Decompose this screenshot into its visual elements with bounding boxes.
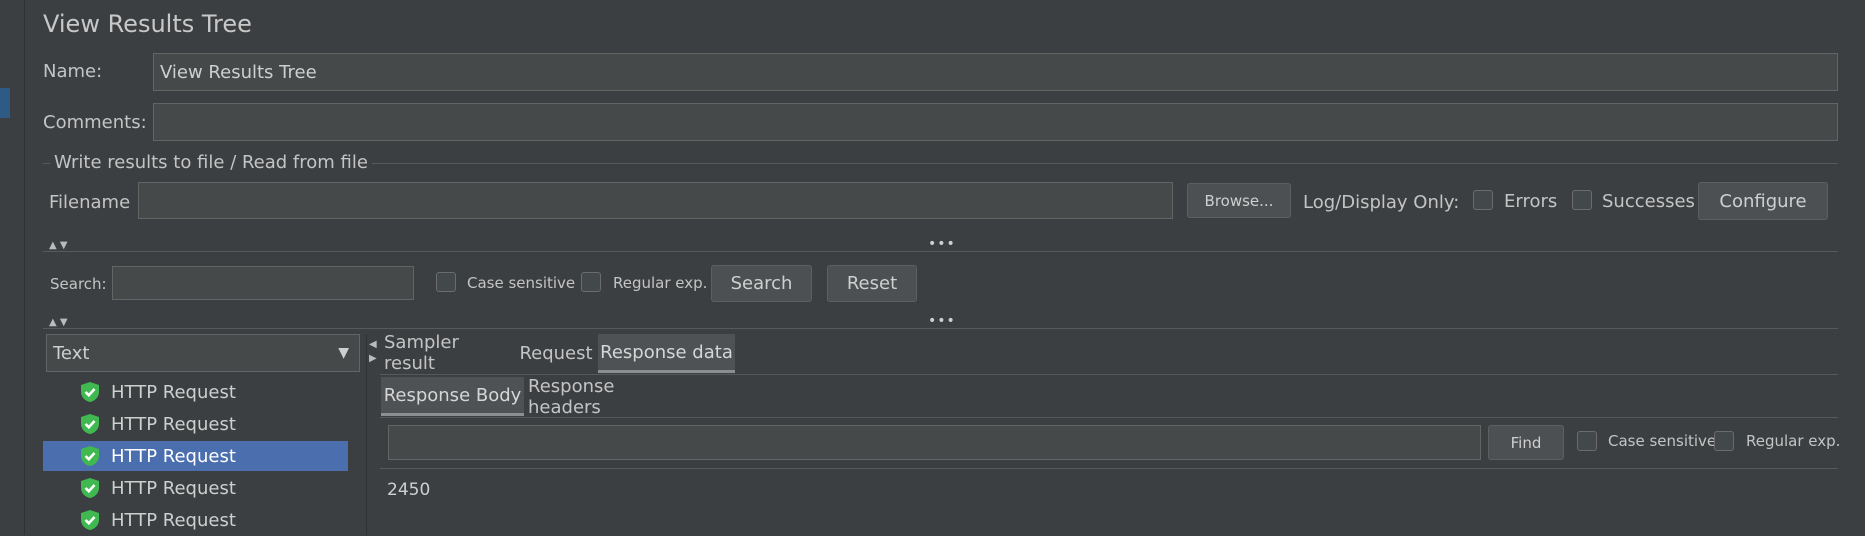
- configure-button[interactable]: Configure: [1698, 182, 1828, 220]
- find-input[interactable]: [388, 425, 1481, 460]
- name-label: Name:: [43, 61, 103, 82]
- tree-item[interactable]: HTTP Request: [43, 505, 348, 535]
- left-gutter-marker: [0, 88, 10, 118]
- divider-arrows-icon[interactable]: ◀ ▶: [369, 338, 377, 366]
- search-button[interactable]: Search: [711, 265, 812, 302]
- find-regex-checkbox[interactable]: [1714, 431, 1734, 451]
- log-display-label: Log/Display Only:: [1303, 192, 1460, 213]
- find-case-sensitive-checkbox[interactable]: [1577, 431, 1597, 451]
- tree-item[interactable]: HTTP Request: [43, 409, 348, 439]
- tab-response-body[interactable]: Response Body: [381, 377, 524, 416]
- split-pane-divider[interactable]: [366, 334, 367, 535]
- success-shield-icon: [79, 477, 101, 499]
- errors-checkbox[interactable]: [1473, 190, 1493, 210]
- find-regex-label: Regular exp.: [1746, 432, 1841, 450]
- splitter-collapse-icons[interactable]: ▲ ▼: [49, 240, 68, 251]
- splitter2-collapse-icons[interactable]: ▲ ▼: [49, 317, 68, 328]
- chevron-down-icon: ▼: [338, 345, 349, 361]
- browse-button[interactable]: Browse...: [1187, 183, 1291, 218]
- filename-input[interactable]: [138, 182, 1173, 219]
- tree-item-label: HTTP Request: [111, 445, 236, 467]
- search-label: Search:: [50, 275, 107, 293]
- comments-input[interactable]: [153, 103, 1838, 141]
- response-body-text: 2450: [387, 480, 431, 500]
- tree-item[interactable]: HTTP Request: [43, 377, 348, 407]
- comments-label: Comments:: [43, 112, 147, 133]
- find-case-sensitive-label: Case sensitive: [1608, 432, 1717, 450]
- tree-item-label: HTTP Request: [111, 509, 236, 531]
- tab-request[interactable]: Request: [518, 334, 594, 372]
- tree-item-label: HTTP Request: [111, 413, 236, 435]
- splitter2-line: [43, 328, 1838, 329]
- tree-item-label: HTTP Request: [111, 477, 236, 499]
- success-shield-icon: [79, 445, 101, 467]
- successes-label: Successes: [1602, 191, 1695, 212]
- filename-label: Filename: [49, 192, 131, 213]
- reset-button[interactable]: Reset: [827, 265, 917, 302]
- file-section-legend: Write results to file / Read from file: [50, 152, 372, 173]
- tree-item-selected[interactable]: HTTP Request: [43, 441, 348, 471]
- panel-title: View Results Tree: [43, 10, 252, 38]
- tree-item-label: HTTP Request: [111, 381, 236, 403]
- search-regex-checkbox[interactable]: [581, 272, 601, 292]
- search-input[interactable]: [112, 266, 414, 300]
- name-input[interactable]: View Results Tree: [153, 53, 1838, 91]
- renderer-select-value: Text: [53, 342, 90, 364]
- tab-response-data[interactable]: Response data: [598, 334, 735, 373]
- success-shield-icon: [79, 413, 101, 435]
- splitter-line: [43, 251, 1838, 252]
- search-case-sensitive-label: Case sensitive: [467, 274, 576, 292]
- tab-response-headers[interactable]: Response headers: [528, 376, 688, 418]
- success-shield-icon: [79, 381, 101, 403]
- find-button[interactable]: Find: [1488, 425, 1564, 460]
- tree-item[interactable]: HTTP Request: [43, 473, 348, 503]
- search-case-sensitive-checkbox[interactable]: [436, 272, 456, 292]
- search-regex-label: Regular exp.: [613, 274, 708, 292]
- splitter2-dots-icon[interactable]: •••: [928, 313, 956, 329]
- tab-sampler-result[interactable]: Sampler result: [384, 332, 514, 374]
- errors-label: Errors: [1504, 191, 1558, 212]
- left-gutter: [0, 0, 25, 535]
- renderer-select[interactable]: Text ▼: [46, 334, 360, 372]
- response-tabs-underline: [380, 417, 1838, 418]
- find-row-underline: [380, 468, 1838, 469]
- success-shield-icon: [79, 509, 101, 531]
- successes-checkbox[interactable]: [1572, 190, 1592, 210]
- splitter-dots-icon[interactable]: •••: [928, 236, 956, 252]
